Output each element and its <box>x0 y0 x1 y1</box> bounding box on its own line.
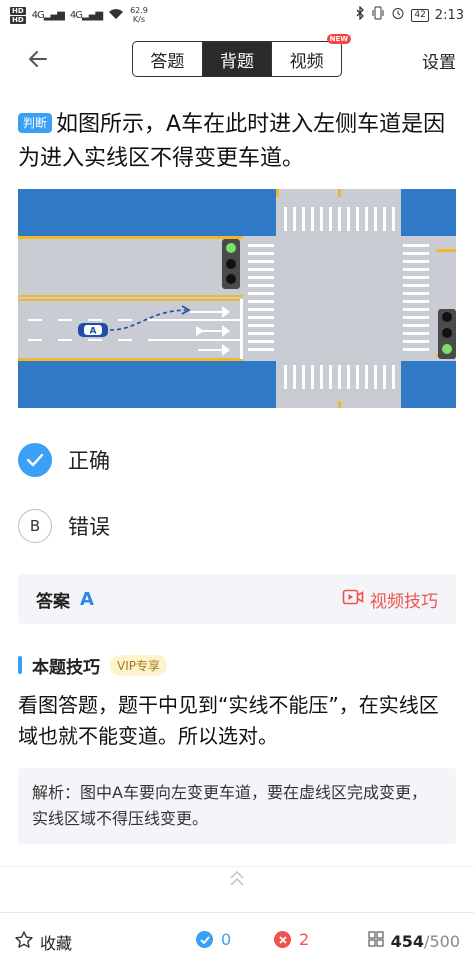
analysis-box: 解析：图中A车要向左变更车道，要在虚线区完成变更，实线区域不得压线变更。 <box>18 768 456 844</box>
answer-bar: 答案 A 视频技巧 <box>18 574 456 624</box>
tips-accent-bar <box>18 656 22 674</box>
question-type-tag: 判断 <box>18 113 53 133</box>
tips-header: 本题技巧 VIP专享 <box>18 652 167 678</box>
favorite-button[interactable]: 收藏 <box>14 930 72 954</box>
top-nav: 答题 背题 视频 NEW 设置 <box>0 34 474 80</box>
wifi-icon <box>108 8 124 23</box>
bluetooth-icon <box>355 5 365 24</box>
vibrate-icon <box>371 6 385 24</box>
answer-value: A <box>80 588 94 610</box>
question-text: 如图所示，A车在此时进入左侧车道是因为进入实线区不得变更车道。 <box>18 112 446 171</box>
settings-button[interactable]: 设置 <box>422 48 456 73</box>
wrong-icon <box>274 931 291 948</box>
mode-tabs: 答题 背题 视频 NEW <box>132 34 352 77</box>
correct-count-value: 0 <box>221 930 232 949</box>
traffic-light-east <box>438 309 456 359</box>
check-icon <box>18 443 52 477</box>
video-tips-label: 视频技巧 <box>370 591 438 612</box>
vip-badge: VIP专享 <box>110 654 167 676</box>
corner-block-tl <box>18 189 276 236</box>
network-speed: 62.9 K/s <box>130 6 148 24</box>
option-b-key: B <box>18 509 52 543</box>
tab-video-label: 视频 <box>289 51 324 72</box>
star-icon <box>14 930 34 954</box>
bottom-bar: 收藏 0 2 454/500 <box>0 912 474 967</box>
back-arrow-icon[interactable] <box>26 46 52 72</box>
video-camera-icon <box>342 588 364 611</box>
corner-block-br <box>401 361 456 408</box>
tab-memorize[interactable]: 背题 <box>201 42 272 76</box>
corner-block-bl <box>18 361 276 408</box>
question-text-block: 判断 如图所示，A车在此时进入左侧车道是因为进入实线区不得变更车道。 <box>18 108 458 176</box>
video-tips-button[interactable]: 视频技巧 <box>342 587 438 612</box>
wrong-count-value: 2 <box>299 930 310 949</box>
progress-total: /500 <box>424 931 460 951</box>
progress-current: 454 <box>390 931 425 951</box>
option-a[interactable]: 正确 <box>18 440 438 480</box>
corner-block-tr <box>401 189 456 236</box>
hd-indicator: HD HD <box>10 6 26 24</box>
question-diagram: A <box>18 189 456 408</box>
option-a-text: 正确 <box>68 449 110 473</box>
tips-text: 看图答题，题干中见到“实线不能压”，在实线区域也就不能变道。所以选对。 <box>18 693 439 748</box>
tab-answer[interactable]: 答题 <box>133 42 202 76</box>
car-a: A <box>78 323 108 337</box>
traffic-light-west <box>222 239 240 289</box>
battery-icon: 42 <box>411 8 429 22</box>
question-progress[interactable]: 454/500 <box>367 930 460 952</box>
new-badge: NEW <box>326 34 352 44</box>
car-label: A <box>90 327 97 337</box>
alarm-icon <box>391 6 405 24</box>
signal-icon: 4G▂▄▆ <box>31 9 65 21</box>
wrong-count[interactable]: 2 <box>274 930 309 949</box>
option-b-text: 错误 <box>68 515 110 539</box>
tips-title: 本题技巧 <box>32 657 100 678</box>
signal-icon-2: 4G▂▄▆ <box>69 9 103 21</box>
correct-icon <box>196 931 213 948</box>
tab-video[interactable]: 视频 NEW <box>271 34 352 76</box>
status-bar: HD HD 4G▂▄▆ 4G▂▄▆ 62.9 K/s 42 2:13 <box>0 0 474 30</box>
correct-count[interactable]: 0 <box>196 930 231 949</box>
chevron-up-icon[interactable] <box>224 866 250 892</box>
grid-icon <box>367 930 385 952</box>
clock: 2:13 <box>434 7 464 23</box>
answer-label: 答案 <box>36 591 70 612</box>
option-b[interactable]: B 错误 <box>18 506 438 546</box>
favorite-label: 收藏 <box>40 934 73 953</box>
